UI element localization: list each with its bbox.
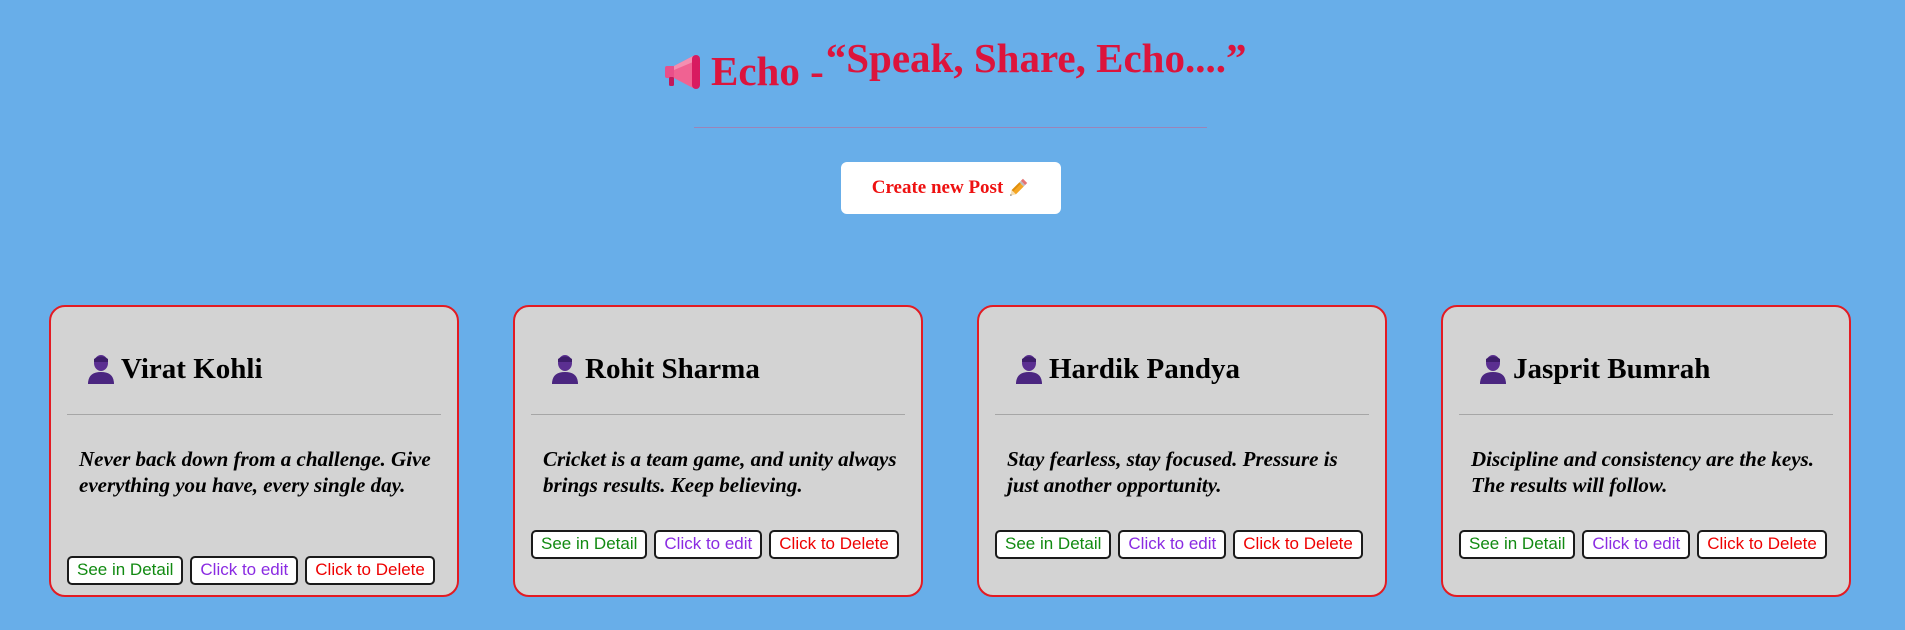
post-actions: See in Detail Click to edit Click to Del… [1459,530,1827,559]
delete-post-button[interactable]: Click to Delete [769,530,899,559]
post-divider [995,414,1369,415]
delete-post-button[interactable]: Click to Delete [305,556,435,585]
post-card: Virat Kohli Never back down from a chall… [49,305,459,597]
post-author: Virat Kohli [121,352,263,385]
post-actions: See in Detail Click to edit Click to Del… [531,530,899,559]
create-post-label: Create new Post [871,177,1004,198]
post-author: Rohit Sharma [585,352,760,385]
post-header: Rohit Sharma [549,353,760,385]
header-divider [694,127,1207,128]
post-card: Rohit Sharma Cricket is a team game, and… [513,305,923,597]
create-post-button[interactable]: Create new Post [841,162,1061,214]
post-card: Hardik Pandya Stay fearless, stay focuse… [977,305,1387,597]
post-content: Never back down from a challenge. Give e… [79,447,431,497]
post-header: Hardik Pandya [1013,353,1240,385]
user-icon [552,355,578,384]
post-author: Jasprit Bumrah [1513,352,1711,385]
app-tagline: “Speak, Share, Echo....” [825,35,1247,81]
post-header: Jasprit Bumrah [1477,353,1710,385]
page-title: Echo - “Speak, Share, Echo....” [663,38,1246,98]
megaphone-icon [665,55,700,89]
post-header: Virat Kohli [85,353,263,385]
post-card: Jasprit Bumrah Discipline and consistenc… [1441,305,1851,597]
edit-post-button[interactable]: Click to edit [654,530,763,559]
user-icon [1016,355,1042,384]
post-divider [67,414,441,415]
post-content: Stay fearless, stay focused. Pressure is… [1007,447,1338,497]
page-header: Echo - “Speak, Share, Echo....” [0,0,1905,140]
post-divider [1459,414,1833,415]
delete-post-button[interactable]: Click to Delete [1233,530,1363,559]
post-actions: See in Detail Click to edit Click to Del… [67,556,435,585]
edit-post-button[interactable]: Click to edit [1582,530,1691,559]
see-in-detail-button[interactable]: See in Detail [995,530,1112,559]
edit-post-button[interactable]: Click to edit [190,556,299,585]
post-divider [531,414,905,415]
user-icon [88,355,114,384]
post-actions: See in Detail Click to edit Click to Del… [995,530,1363,559]
see-in-detail-button[interactable]: See in Detail [531,530,648,559]
post-content: Cricket is a team game, and unity always… [543,447,897,497]
pencil-icon [1010,178,1028,196]
user-icon [1480,355,1506,384]
delete-post-button[interactable]: Click to Delete [1697,530,1827,559]
see-in-detail-button[interactable]: See in Detail [67,556,184,585]
app-title: Echo - [711,48,824,94]
post-content: Discipline and consistency are the keys.… [1471,447,1814,497]
see-in-detail-button[interactable]: See in Detail [1459,530,1576,559]
edit-post-button[interactable]: Click to edit [1118,530,1227,559]
post-author: Hardik Pandya [1049,352,1240,385]
